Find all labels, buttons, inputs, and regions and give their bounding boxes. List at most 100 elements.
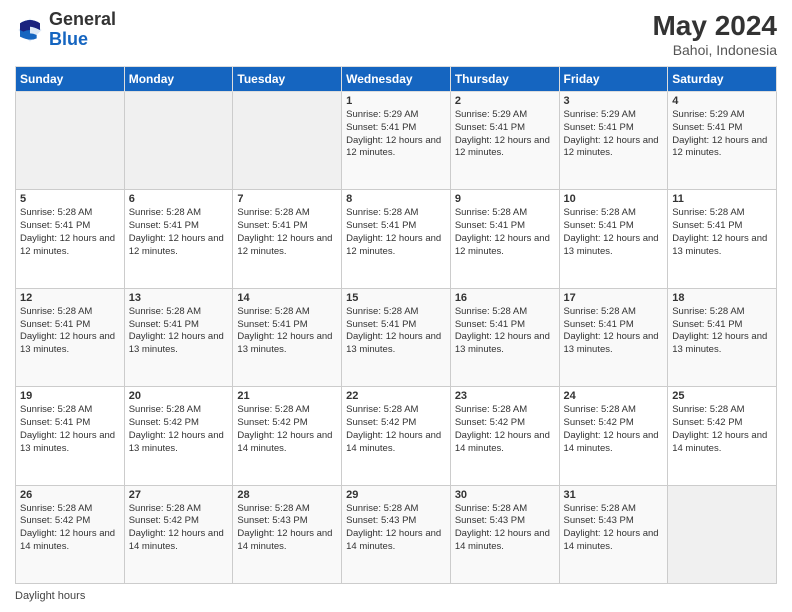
day-number: 18 xyxy=(672,292,772,304)
title-block: May 2024 Bahoi, Indonesia xyxy=(652,10,777,58)
day-cell: 2 Sunrise: 5:29 AMSunset: 5:41 PMDaylight… xyxy=(450,92,559,190)
day-number: 4 xyxy=(672,95,772,107)
calendar-location: Bahoi, Indonesia xyxy=(652,42,777,58)
day-number: 8 xyxy=(346,193,446,205)
day-number: 17 xyxy=(564,292,664,304)
days-header-row: SundayMondayTuesdayWednesdayThursdayFrid… xyxy=(16,67,777,92)
day-cell xyxy=(124,92,233,190)
day-cell: 12Sunrise: 5:28 AMSunset: 5:41 PMDayligh… xyxy=(16,288,125,386)
day-info: Sunrise: 5:28 AMSunset: 5:42 PMDaylight:… xyxy=(564,404,664,455)
day-cell: 26 Sunrise: 5:28 AMSunset: 5:42 PMDayligh… xyxy=(16,485,125,583)
day-info: Sunrise: 5:28 AMSunset: 5:43 PMDaylight:… xyxy=(455,503,555,554)
week-row-4: 26 Sunrise: 5:28 AMSunset: 5:42 PMDayligh… xyxy=(16,485,777,583)
day-info: Sunrise: 5:28 AMSunset: 5:41 PMDaylight:… xyxy=(129,207,229,258)
day-info: Sunrise: 5:29 AMSunset: 5:41 PMDaylight:… xyxy=(672,109,772,160)
day-number: 21 xyxy=(237,390,337,402)
day-number: 9 xyxy=(455,193,555,205)
day-number: 12 xyxy=(20,292,120,304)
day-info: Sunrise: 5:29 AMSunset: 5:41 PMDaylight:… xyxy=(455,109,555,160)
day-info: Sunrise: 5:28 AMSunset: 5:41 PMDaylight:… xyxy=(564,306,664,357)
day-number: 14 xyxy=(237,292,337,304)
day-cell: 8Sunrise: 5:28 AMSunset: 5:41 PMDaylight… xyxy=(342,190,451,288)
day-cell: 11 Sunrise: 5:28 AMSunset: 5:41 PMDayligh… xyxy=(668,190,777,288)
day-info: Sunrise: 5:28 AMSunset: 5:43 PMDaylight:… xyxy=(346,503,446,554)
day-number: 15 xyxy=(346,292,446,304)
day-number: 5 xyxy=(20,193,120,205)
day-header-saturday: Saturday xyxy=(668,67,777,92)
day-number: 2 xyxy=(455,95,555,107)
day-cell: 21Sunrise: 5:28 AMSunset: 5:42 PMDayligh… xyxy=(233,387,342,485)
day-number: 23 xyxy=(455,390,555,402)
week-row-2: 12 Sunrise: 5:28 AMSunset: 5:41 PMDayligh… xyxy=(16,288,777,386)
day-cell: 22 Sunrise: 5:28 AMSunset: 5:42 PMDayligh… xyxy=(342,387,451,485)
day-info: Sunrise: 5:28 AMSunset: 5:41 PMDaylight:… xyxy=(672,207,772,258)
day-info: Sunrise: 5:28 AMSunset: 5:41 PMDaylight:… xyxy=(564,207,664,258)
day-cell: 24Sunrise: 5:28 AMSunset: 5:42 PMDayligh… xyxy=(559,387,668,485)
logo: General Blue xyxy=(15,10,116,50)
day-cell: 23 Sunrise: 5:28 AMSunset: 5:42 PMDayligh… xyxy=(450,387,559,485)
day-info: Sunrise: 5:28 AMSunset: 5:42 PMDaylight:… xyxy=(346,404,446,455)
day-cell xyxy=(16,92,125,190)
day-info: Sunrise: 5:29 AMSunset: 5:41 PMDaylight:… xyxy=(564,109,664,160)
logo-general-text: General xyxy=(49,9,116,29)
day-number: 19 xyxy=(20,390,120,402)
day-number: 7 xyxy=(237,193,337,205)
day-cell: 27 Sunrise: 5:28 AMSunset: 5:42 PMDayligh… xyxy=(124,485,233,583)
day-info: Sunrise: 5:28 AMSunset: 5:41 PMDaylight:… xyxy=(455,207,555,258)
day-cell: 3 Sunrise: 5:29 AMSunset: 5:41 PMDaylight… xyxy=(559,92,668,190)
day-number: 25 xyxy=(672,390,772,402)
day-number: 22 xyxy=(346,390,446,402)
day-number: 31 xyxy=(564,489,664,501)
day-info: Sunrise: 5:28 AMSunset: 5:42 PMDaylight:… xyxy=(129,503,229,554)
week-row-0: 1 Sunrise: 5:29 AMSunset: 5:41 PMDaylight… xyxy=(16,92,777,190)
logo-text: General Blue xyxy=(49,10,116,50)
calendar-title: May 2024 xyxy=(652,10,777,42)
day-info: Sunrise: 5:28 AMSunset: 5:41 PMDaylight:… xyxy=(346,306,446,357)
day-cell xyxy=(668,485,777,583)
day-info: Sunrise: 5:28 AMSunset: 5:42 PMDaylight:… xyxy=(20,503,120,554)
day-cell: 7 Sunrise: 5:28 AMSunset: 5:41 PMDaylight… xyxy=(233,190,342,288)
day-cell: 31Sunrise: 5:28 AMSunset: 5:43 PMDayligh… xyxy=(559,485,668,583)
day-cell: 28Sunrise: 5:28 AMSunset: 5:43 PMDayligh… xyxy=(233,485,342,583)
day-info: Sunrise: 5:28 AMSunset: 5:41 PMDaylight:… xyxy=(129,306,229,357)
day-cell: 19 Sunrise: 5:28 AMSunset: 5:41 PMDayligh… xyxy=(16,387,125,485)
header: General Blue May 2024 Bahoi, Indonesia xyxy=(15,10,777,58)
day-cell: 29 Sunrise: 5:28 AMSunset: 5:43 PMDayligh… xyxy=(342,485,451,583)
day-number: 30 xyxy=(455,489,555,501)
day-number: 10 xyxy=(564,193,664,205)
day-number: 3 xyxy=(564,95,664,107)
day-number: 6 xyxy=(129,193,229,205)
page: General Blue May 2024 Bahoi, Indonesia S… xyxy=(0,0,792,612)
day-number: 16 xyxy=(455,292,555,304)
footer-text: Daylight hours xyxy=(15,590,85,602)
day-cell: 6 Sunrise: 5:28 AMSunset: 5:41 PMDaylight… xyxy=(124,190,233,288)
day-number: 26 xyxy=(20,489,120,501)
day-cell: 5Sunrise: 5:28 AMSunset: 5:41 PMDaylight… xyxy=(16,190,125,288)
footer: Daylight hours xyxy=(15,588,777,602)
day-cell: 13 Sunrise: 5:28 AMSunset: 5:41 PMDayligh… xyxy=(124,288,233,386)
day-number: 27 xyxy=(129,489,229,501)
day-info: Sunrise: 5:28 AMSunset: 5:41 PMDaylight:… xyxy=(455,306,555,357)
day-info: Sunrise: 5:28 AMSunset: 5:42 PMDaylight:… xyxy=(455,404,555,455)
day-info: Sunrise: 5:28 AMSunset: 5:41 PMDaylight:… xyxy=(20,404,120,455)
week-row-3: 19 Sunrise: 5:28 AMSunset: 5:41 PMDayligh… xyxy=(16,387,777,485)
day-info: Sunrise: 5:28 AMSunset: 5:41 PMDaylight:… xyxy=(237,306,337,357)
day-info: Sunrise: 5:28 AMSunset: 5:41 PMDaylight:… xyxy=(237,207,337,258)
day-cell: 4 Sunrise: 5:29 AMSunset: 5:41 PMDaylight… xyxy=(668,92,777,190)
day-cell: 18Sunrise: 5:28 AMSunset: 5:41 PMDayligh… xyxy=(668,288,777,386)
day-number: 29 xyxy=(346,489,446,501)
day-cell: 14 Sunrise: 5:28 AMSunset: 5:41 PMDayligh… xyxy=(233,288,342,386)
week-row-1: 5 Sunrise: 5:28 AMSunset: 5:41 PMDaylight… xyxy=(16,190,777,288)
day-header-sunday: Sunday xyxy=(16,67,125,92)
day-number: 13 xyxy=(129,292,229,304)
day-cell: 16 Sunrise: 5:28 AMSunset: 5:41 PMDayligh… xyxy=(450,288,559,386)
day-cell: 30 Sunrise: 5:28 AMSunset: 5:43 PMDayligh… xyxy=(450,485,559,583)
day-info: Sunrise: 5:29 AMSunset: 5:41 PMDaylight:… xyxy=(346,109,446,160)
day-number: 1 xyxy=(346,95,446,107)
day-cell: 25Sunrise: 5:28 AMSunset: 5:42 PMDayligh… xyxy=(668,387,777,485)
day-header-tuesday: Tuesday xyxy=(233,67,342,92)
logo-blue-text: Blue xyxy=(49,29,88,49)
day-number: 11 xyxy=(672,193,772,205)
day-number: 20 xyxy=(129,390,229,402)
calendar-table: SundayMondayTuesdayWednesdayThursdayFrid… xyxy=(15,66,777,584)
